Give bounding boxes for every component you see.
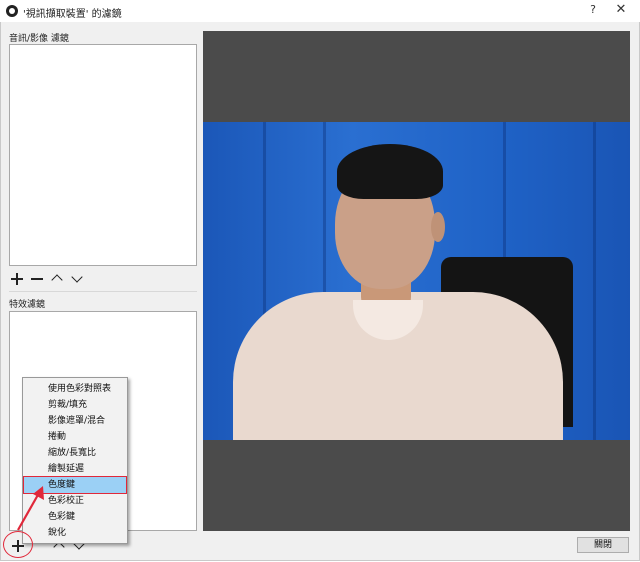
add-filter-button[interactable] [10,272,24,286]
audio-video-filters-label: 音訊/影像 濾鏡 [9,34,69,44]
window-title: '視訊擷取裝置' 的濾鏡 [23,9,122,20]
remove-filter-button[interactable] [30,272,44,286]
window-close-button[interactable]: ✕ [610,2,632,20]
menu-item[interactable]: 剪裁/填充 [24,397,126,413]
annotation-circle [3,531,33,558]
menu-item[interactable]: 捲動 [24,429,126,445]
person-ear [431,212,445,242]
move-up-button[interactable] [50,272,64,286]
filter-preview [203,31,630,531]
effect-filters-label: 特效濾鏡 [9,300,46,310]
menu-item[interactable]: 繪製延遲 [24,461,126,477]
menu-item[interactable]: 縮放/長寬比 [24,445,126,461]
obs-logo-icon [6,5,18,17]
close-dialog-button[interactable]: 關閉 [577,537,629,553]
menu-item[interactable]: 使用色彩對照表 [24,381,126,397]
title-bar: '視訊擷取裝置' 的濾鏡 ? ✕ [0,0,640,22]
webcam-preview-image [203,122,630,440]
audio-video-filters-toolbar [10,271,84,287]
person-hair [337,144,443,199]
audio-video-filters-list[interactable] [9,44,197,266]
help-button[interactable]: ? [584,3,602,19]
menu-item[interactable]: 影像遮罩/混合 [24,413,126,429]
annotation-arrow-icon [17,486,44,531]
section-divider [9,291,197,292]
move-down-button[interactable] [70,272,84,286]
